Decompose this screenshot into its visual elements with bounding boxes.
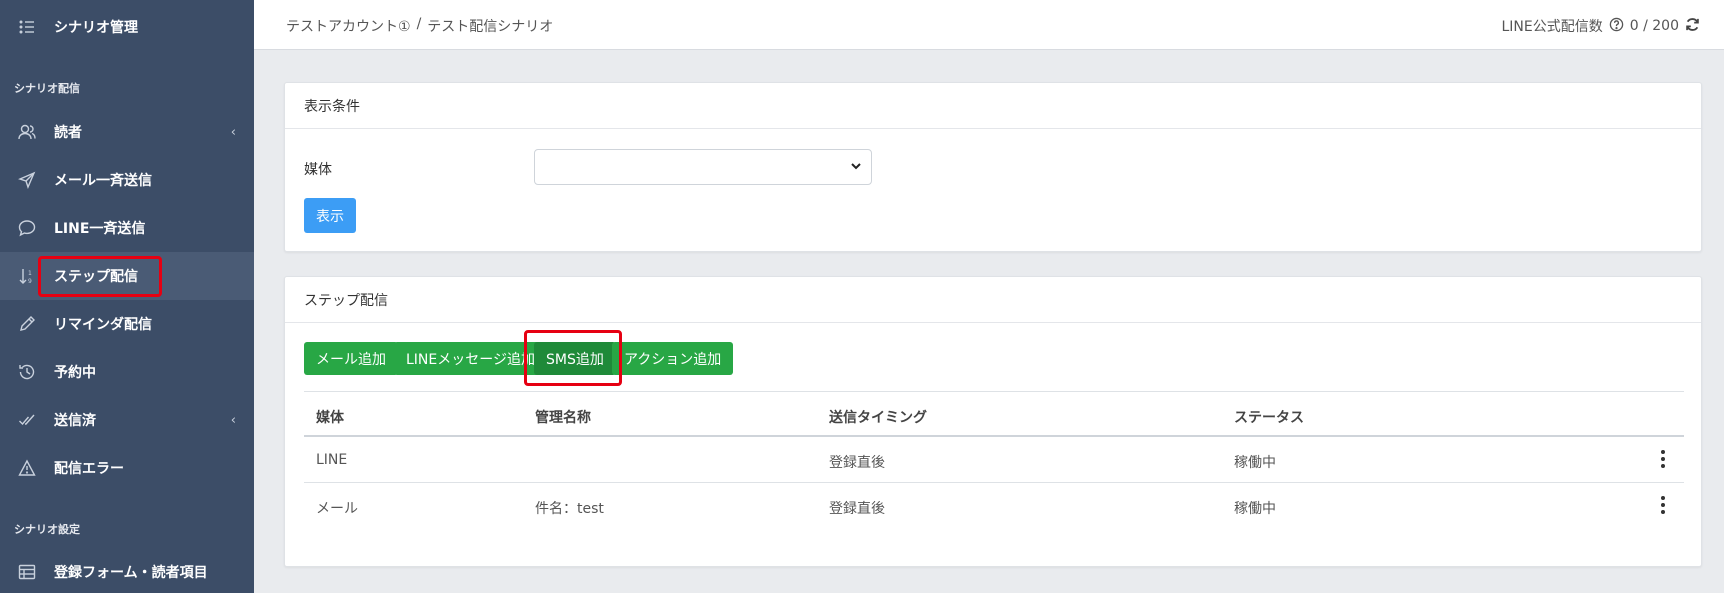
line-count-label: LINE公式配信数	[1501, 19, 1603, 35]
media-label: 媒体	[304, 162, 332, 178]
pencil-icon	[17, 314, 37, 334]
send-icon	[17, 170, 37, 190]
sidebar-section-title: シナリオ配信	[14, 82, 80, 95]
sidebar-item-step-delivery[interactable]: 19 ステップ配信	[0, 252, 254, 300]
table-row[interactable]: LINE 登録直後 稼働中	[304, 437, 1684, 483]
chevron-down-icon	[851, 163, 861, 170]
sidebar-item-label: 送信済	[54, 413, 96, 429]
sidebar-item-label: 登録フォーム・読者項目	[54, 565, 208, 581]
svg-text:1: 1	[28, 270, 32, 277]
step-delivery-card: ステップ配信 メール追加 LINEメッセージ追加 SMS追加 アクション追加 媒…	[284, 276, 1702, 567]
sidebar-item-label: 配信エラー	[54, 461, 124, 477]
table-icon	[17, 562, 37, 582]
users-icon	[17, 122, 37, 142]
breadcrumb: テストアカウント① / テスト配信シナリオ	[286, 16, 553, 36]
sidebar-item-readers[interactable]: 読者 ‹	[0, 108, 254, 156]
add-mail-button[interactable]: メール追加	[304, 342, 398, 375]
add-sms-button[interactable]: SMS追加	[534, 342, 616, 375]
column-header: 管理名称	[535, 410, 591, 426]
cell-status: 稼働中	[1234, 501, 1276, 517]
check-icon	[17, 410, 37, 430]
cell-media: メール	[316, 501, 358, 517]
table-row[interactable]: メール 件名：test 登録直後 稼働中	[304, 483, 1684, 529]
sidebar-section-title: シナリオ設定	[14, 523, 80, 536]
refresh-icon[interactable]	[1685, 17, 1700, 36]
sidebar-item-label: LINE一斉送信	[54, 221, 146, 237]
chevron-left-icon: ‹	[230, 412, 236, 428]
filter-card-title: 表示条件	[285, 83, 1701, 129]
sidebar-item-scenario-management[interactable]: シナリオ管理	[0, 3, 254, 51]
sidebar-item-reminder-delivery[interactable]: リマインダ配信	[0, 300, 254, 348]
cell-timing: 登録直後	[829, 501, 885, 517]
add-action-button[interactable]: アクション追加	[612, 342, 734, 375]
step-delivery-table: 媒体 管理名称 送信タイミング ステータス LINE 登録直後 稼働中 メール …	[304, 391, 1684, 529]
step-delivery-card-title: ステップ配信	[285, 277, 1701, 323]
sidebar-item-label: 読者	[54, 125, 82, 141]
column-header: ステータス	[1234, 410, 1304, 426]
breadcrumb-account[interactable]: テストアカウント①	[286, 16, 411, 36]
cell-status: 稼働中	[1234, 455, 1276, 471]
svg-text:9: 9	[28, 278, 32, 285]
sidebar-item-mail-broadcast[interactable]: メール一斉送信	[0, 156, 254, 204]
sidebar-item-scheduled[interactable]: 予約中	[0, 348, 254, 396]
sidebar-item-label: ステップ配信	[54, 269, 138, 285]
chevron-left-icon: ‹	[230, 124, 236, 140]
sidebar: シナリオ管理 シナリオ配信 読者 ‹ メール一斉送信 LINE一斉送信 19 ス…	[0, 0, 254, 593]
line-count-area: LINE公式配信数 0 / 200	[1502, 16, 1701, 36]
filter-card: 表示条件 媒体 表示	[284, 82, 1702, 252]
help-icon[interactable]	[1609, 17, 1624, 36]
breadcrumb-scenario: テスト配信シナリオ	[427, 19, 554, 35]
sidebar-item-label: メール一斉送信	[54, 173, 152, 189]
sidebar-item-label: リマインダ配信	[54, 317, 152, 333]
sidebar-item-sent[interactable]: 送信済 ‹	[0, 396, 254, 444]
breadcrumb-separator: /	[416, 16, 422, 32]
history-icon	[17, 362, 37, 382]
column-header: 送信タイミング	[829, 410, 927, 426]
app-root: シナリオ管理 シナリオ配信 読者 ‹ メール一斉送信 LINE一斉送信 19 ス…	[0, 0, 1724, 593]
cell-timing: 登録直後	[829, 455, 885, 471]
cell-name: 件名：test	[535, 501, 604, 517]
sidebar-item-line-broadcast[interactable]: LINE一斉送信	[0, 204, 254, 252]
sort-icon: 19	[17, 266, 37, 286]
show-button[interactable]: 表示	[304, 198, 356, 233]
sidebar-item-label: 予約中	[54, 365, 96, 381]
cell-media: LINE	[316, 452, 348, 468]
list-icon	[17, 17, 37, 37]
table-header-row: 媒体 管理名称 送信タイミング ステータス	[304, 391, 1684, 437]
sidebar-item-registration-form[interactable]: 登録フォーム・読者項目	[0, 548, 254, 593]
sidebar-item-delivery-errors[interactable]: 配信エラー	[0, 444, 254, 492]
more-options-icon[interactable]	[1660, 450, 1666, 468]
warning-icon	[17, 458, 37, 478]
top-bar: テストアカウント① / テスト配信シナリオ LINE公式配信数 0 / 200	[254, 0, 1724, 50]
column-header: 媒体	[316, 410, 344, 426]
chat-icon	[17, 218, 37, 238]
sidebar-item-label: シナリオ管理	[54, 20, 138, 36]
add-line-message-button[interactable]: LINEメッセージ追加	[394, 342, 547, 375]
main-content: テストアカウント① / テスト配信シナリオ LINE公式配信数 0 / 200 …	[254, 0, 1724, 593]
media-select[interactable]	[534, 149, 872, 185]
line-count-value: 0 / 200	[1629, 18, 1679, 34]
more-options-icon[interactable]	[1660, 496, 1666, 514]
